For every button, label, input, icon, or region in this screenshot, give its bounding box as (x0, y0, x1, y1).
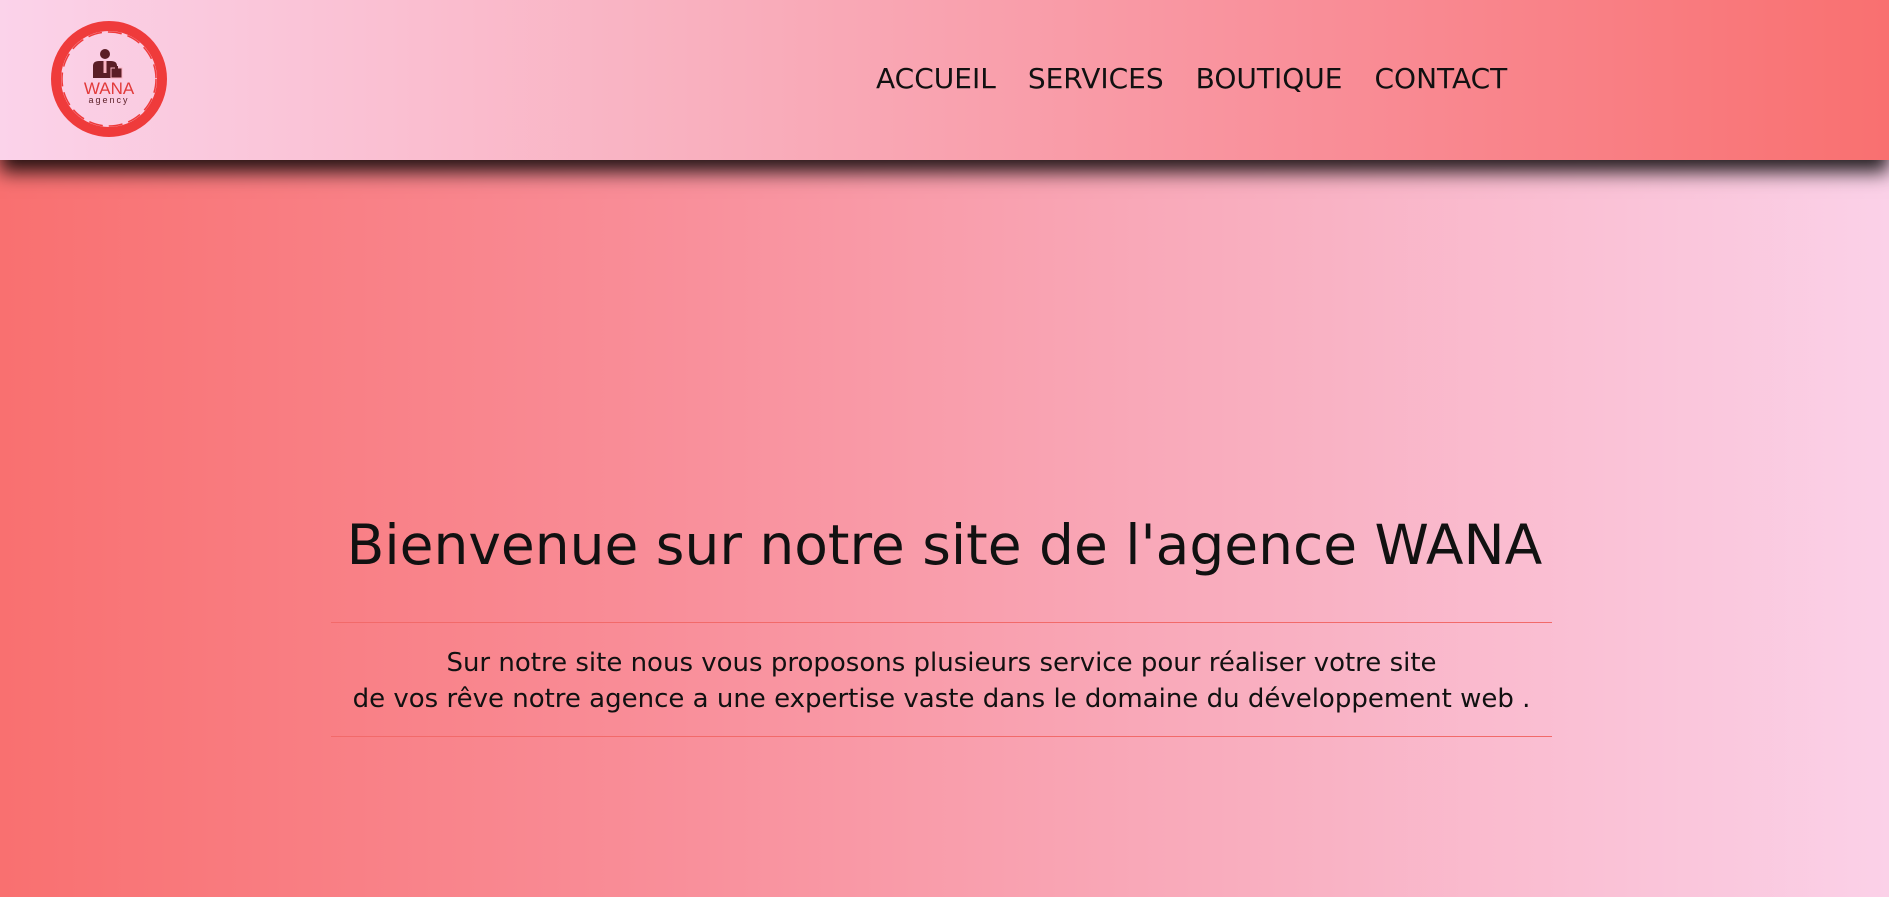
main-nav: ACCUEIL SERVICES BOUTIQUE CONTACT (876, 60, 1507, 98)
nav-item-boutique[interactable]: BOUTIQUE (1196, 60, 1343, 98)
logo-subtext: agency (88, 95, 129, 105)
site-header: WANA agency ACCUEIL SERVICES BOUTIQUE CO… (0, 0, 1889, 160)
hero-divider-top (331, 622, 1552, 623)
logo-ring-icon: WANA agency (51, 21, 167, 137)
hero-divider-bottom (331, 736, 1552, 737)
hero-description: Sur notre site nous vous proposons plusi… (331, 645, 1552, 717)
hero-description-line-1: Sur notre site nous vous proposons plusi… (446, 648, 1437, 678)
nav-item-services[interactable]: SERVICES (1028, 60, 1164, 98)
hero-section: Bienvenue sur notre site de l'agence WAN… (0, 160, 1889, 897)
wana-agency-logo[interactable]: WANA agency (48, 18, 170, 140)
nav-item-contact[interactable]: CONTACT (1374, 60, 1507, 98)
hero-title: Bienvenue sur notre site de l'agence WAN… (346, 513, 1543, 577)
businessman-icon (93, 49, 123, 79)
nav-item-accueil[interactable]: ACCUEIL (876, 60, 996, 98)
hero-description-line-2: de vos rêve notre agence a une expertise… (352, 684, 1531, 714)
